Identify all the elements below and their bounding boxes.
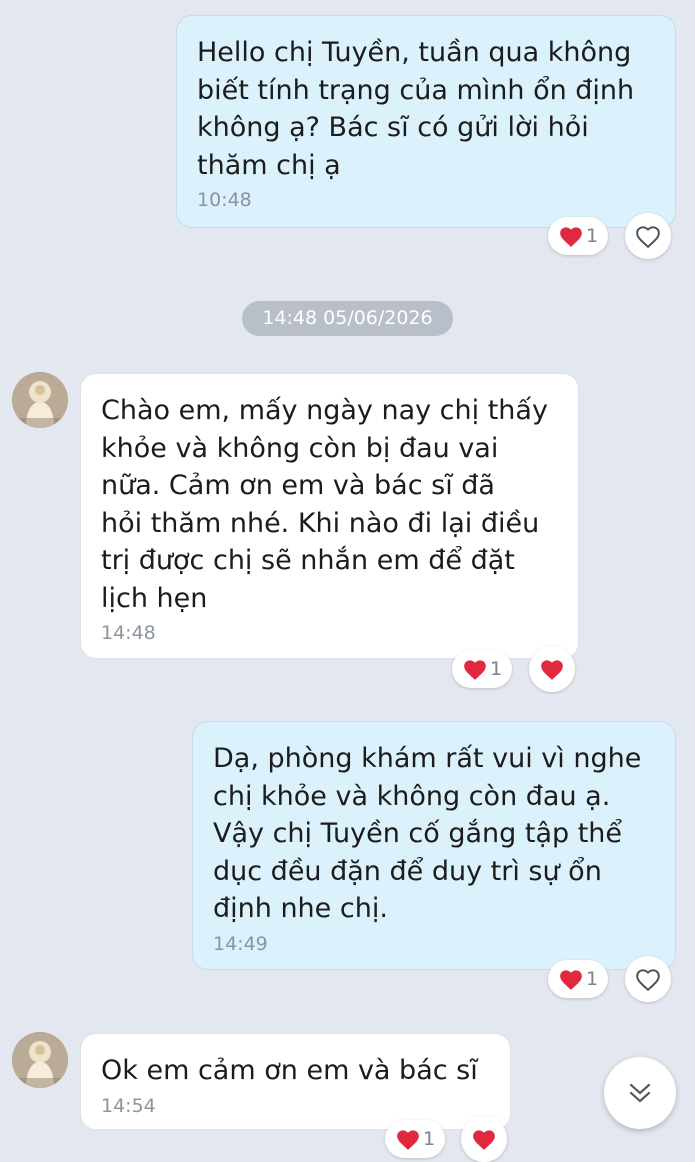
message-time: 14:49 (213, 932, 268, 955)
message-time: 10:48 (197, 189, 252, 211)
message-time: 14:54 (101, 1094, 156, 1117)
heart-outline-icon (636, 969, 660, 991)
message-bubble-sent[interactable]: Dạ, phòng khám rất vui vì nghe chị khỏe … (192, 721, 676, 970)
react-button[interactable] (625, 213, 671, 259)
heart-icon (541, 660, 563, 680)
reaction-count-badge[interactable]: 1 (548, 960, 608, 998)
reaction-count: 1 (489, 658, 503, 680)
react-button[interactable] (529, 646, 575, 692)
message-text: Ok em cảm ơn em và bác sĩ (101, 1055, 478, 1086)
message-bubble-received[interactable]: Ok em cảm ơn em và bác sĩ 14:54 (80, 1033, 511, 1130)
reaction-count-badge[interactable]: 1 (548, 217, 608, 255)
reaction-count: 1 (422, 1128, 436, 1150)
heart-icon (560, 227, 582, 247)
reaction-count-badge[interactable]: 1 (452, 650, 512, 688)
message-bubble-received[interactable]: Chào em, mấy ngày nay chị thấy khỏe và k… (80, 373, 579, 659)
message-time: 14:48 (101, 622, 156, 644)
react-button[interactable] (625, 956, 671, 1002)
scroll-to-bottom-button[interactable] (604, 1057, 676, 1129)
heart-icon (397, 1130, 419, 1150)
reaction-count-badge[interactable]: 1 (385, 1120, 445, 1158)
react-button[interactable] (461, 1116, 507, 1162)
heart-icon (560, 970, 582, 990)
reaction-count: 1 (585, 968, 599, 990)
message-bubble-sent[interactable]: Hello chị Tuyền, tuần qua không biết tín… (176, 15, 676, 228)
heart-icon (464, 660, 486, 680)
date-separator: 14:48 05/06/2026 (242, 301, 453, 336)
heart-icon (473, 1130, 495, 1150)
double-chevron-down-icon (629, 1083, 651, 1103)
message-text: Chào em, mấy ngày nay chị thấy khỏe và k… (101, 395, 548, 614)
reaction-count: 1 (585, 225, 599, 247)
contact-avatar[interactable] (12, 1032, 68, 1088)
heart-outline-icon (636, 226, 660, 248)
message-text: Hello chị Tuyền, tuần qua không biết tín… (197, 37, 635, 181)
contact-avatar[interactable] (12, 372, 68, 428)
message-text: Dạ, phòng khám rất vui vì nghe chị khỏe … (213, 743, 642, 924)
